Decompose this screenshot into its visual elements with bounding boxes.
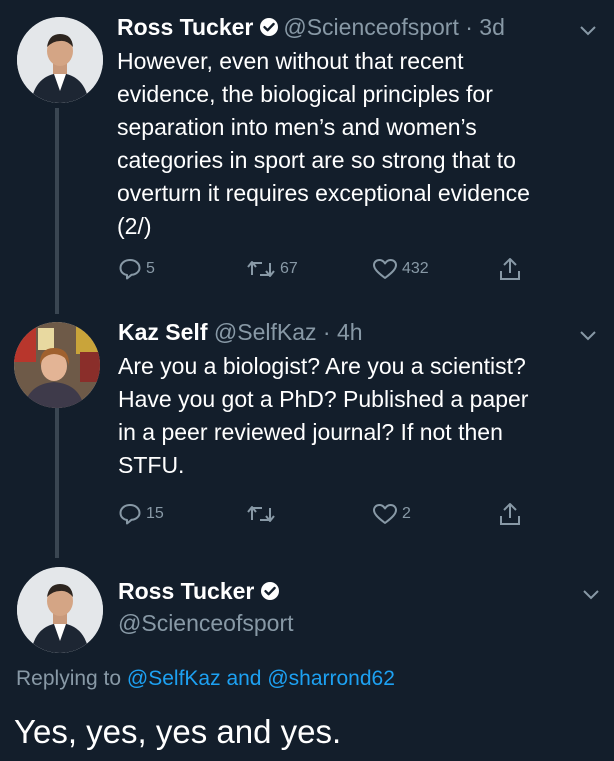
mention-conjunction: and (226, 667, 262, 690)
tweet-line: in a peer reviewed journal? If not then (118, 419, 503, 445)
replying-to: Replying to @SelfKaz and @sharrond62 (16, 667, 395, 691)
tweet-line: (2/) (117, 213, 152, 239)
avatar[interactable] (17, 17, 103, 103)
tweet-header: Ross Tucker (118, 578, 284, 605)
reply-icon (119, 504, 141, 525)
like-button[interactable]: 2 (372, 503, 411, 525)
reply-count: 5 (146, 260, 155, 277)
mention-link[interactable]: @sharrond62 (267, 667, 395, 690)
author-name[interactable]: Ross Tucker (118, 578, 254, 604)
tweet-header: Kaz Self @SelfKaz · 4h (118, 319, 363, 346)
author-handle-row: @Scienceofsport (118, 610, 294, 637)
tweet-text: Are you a biologist? Are you a scientist… (118, 350, 528, 482)
tweet-line: However, even without that recent (117, 48, 464, 74)
retweet-button[interactable] (246, 503, 276, 525)
thread-line (55, 108, 59, 314)
chevron-down-icon[interactable] (582, 589, 600, 601)
tweet-line: evidence, the biological principles for (117, 81, 493, 107)
author-handle[interactable]: @Scienceofsport (283, 14, 459, 40)
tweet-line: separation into men’s and women’s (117, 114, 477, 140)
share-button[interactable] (498, 256, 522, 282)
reply-button[interactable]: 5 (118, 258, 155, 280)
tweet-line: Are you a biologist? Are you a scientist… (118, 353, 526, 379)
tweet-text: However, even without that recent eviden… (117, 45, 530, 243)
author-name[interactable]: Kaz Self (118, 319, 207, 345)
share-icon (500, 258, 520, 280)
tweet-time[interactable]: · 4h (323, 319, 363, 345)
tweet-line: Have you got a PhD? Published a paper (118, 386, 529, 412)
share-icon (500, 503, 520, 525)
author-handle[interactable]: @SelfKaz (214, 319, 317, 345)
avatar[interactable] (14, 322, 100, 408)
retweet-button[interactable]: 67 (246, 258, 298, 280)
tweet-header: Ross Tucker @Scienceofsport · 3d (117, 14, 505, 41)
verified-badge-icon (260, 18, 279, 36)
retweet-icon (247, 506, 275, 522)
reply-count: 15 (146, 505, 164, 522)
tweet-line: categories in sport are so strong that t… (117, 147, 516, 173)
share-button[interactable] (498, 501, 522, 527)
like-icon (373, 259, 397, 279)
tweet-time[interactable]: · 3d (465, 14, 505, 40)
like-count: 2 (402, 505, 411, 522)
chevron-down-icon[interactable] (579, 330, 597, 342)
retweet-icon (247, 261, 275, 277)
avatar[interactable] (17, 567, 103, 653)
replying-to-label: Replying to (16, 667, 122, 690)
like-count: 432 (402, 260, 429, 277)
retweet-count: 67 (280, 260, 298, 277)
tweet-text: Yes, yes, yes and yes. (14, 713, 342, 750)
like-button[interactable]: 432 (372, 258, 429, 280)
mention-link[interactable]: @SelfKaz (127, 667, 221, 690)
reply-button[interactable]: 15 (118, 503, 164, 525)
tweet-line: overturn it requires exceptional evidenc… (117, 180, 530, 206)
like-icon (373, 504, 397, 524)
chevron-down-icon[interactable] (579, 25, 597, 37)
reply-icon (119, 259, 141, 280)
tweet-line: STFU. (118, 452, 185, 478)
author-handle[interactable]: @Scienceofsport (118, 610, 294, 636)
thread-line (55, 408, 59, 558)
author-name[interactable]: Ross Tucker (117, 14, 253, 40)
verified-badge-icon (261, 582, 280, 600)
